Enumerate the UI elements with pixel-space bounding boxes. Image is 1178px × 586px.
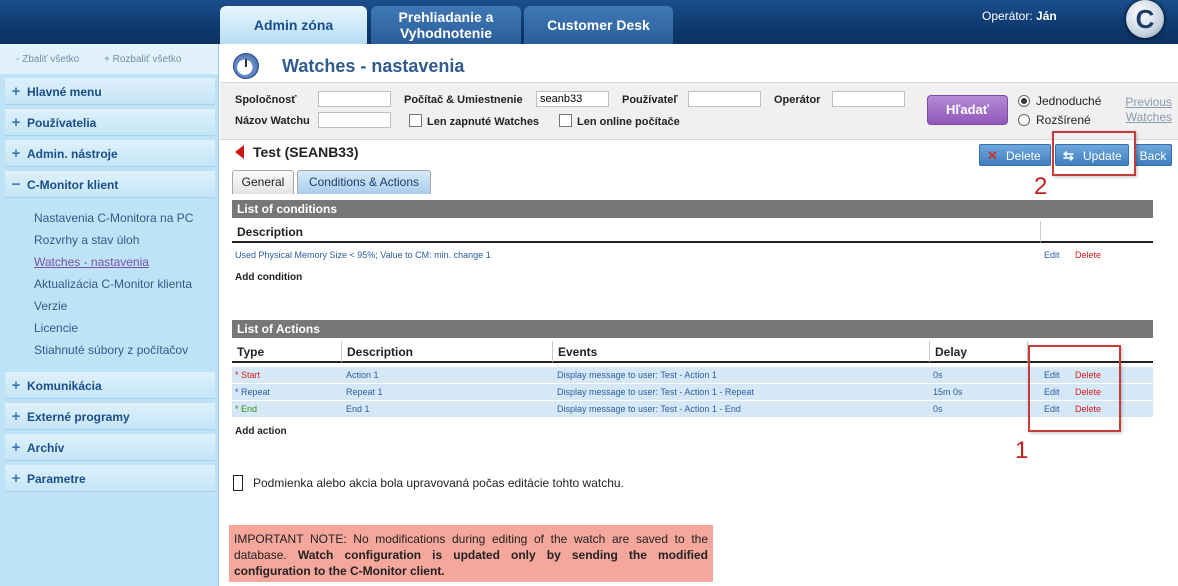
annotation-label-1: 1 xyxy=(1015,437,1029,464)
subitem-verzie[interactable]: Verzie xyxy=(34,299,67,313)
subitem-aktualizacia[interactable]: Aktualizácia C-Monitor klienta xyxy=(34,277,192,291)
tab-admin-zone[interactable]: Admin zóna xyxy=(220,6,367,44)
action-events: Display message to user: Test - Action 1 xyxy=(557,370,717,380)
sidebar-item-admin-nastroje[interactable]: + Admin. nástroje xyxy=(5,140,215,167)
action-delay: 0s xyxy=(933,404,943,414)
back-button[interactable]: Back xyxy=(1134,144,1172,166)
expand-icon: + xyxy=(11,439,21,456)
stopwatch-icon xyxy=(233,53,259,79)
sidebar-item-parametre[interactable]: + Parametre xyxy=(5,465,215,492)
user-label: Používateľ xyxy=(622,94,678,106)
search-panel: Spoločnosť Počítač & Umiestnenie Používa… xyxy=(220,82,1178,140)
subitem-rozvrhy[interactable]: Rozvrhy a stav úloh xyxy=(34,233,139,247)
expand-icon: + xyxy=(11,145,21,162)
condition-edit-link[interactable]: Edit xyxy=(1044,247,1060,263)
subitem-stiahnute-subory[interactable]: Stiahnuté súbory z počítačov xyxy=(34,343,188,357)
sidebar-item-archiv[interactable]: + Archív xyxy=(5,434,215,461)
important-note: IMPORTANT NOTE: No modifications during … xyxy=(229,525,713,582)
mode-simple-label: Jednoduché xyxy=(1036,94,1102,108)
expand-icon: + xyxy=(11,377,21,394)
actions-header-delay: Delay xyxy=(930,341,1028,363)
company-label: Spoločnosť xyxy=(235,94,297,106)
tab-conditions-actions[interactable]: Conditions & Actions xyxy=(297,170,431,194)
sidebar-toolbar: - Zbaliť všetko + Rozbaliť všetko xyxy=(0,44,218,74)
action-delay: 0s xyxy=(933,370,943,380)
operator-info: Operátor: Ján xyxy=(982,9,1057,23)
delete-button[interactable]: ✕ Delete xyxy=(979,144,1051,166)
actions-header-type: Type xyxy=(232,341,342,363)
action-description: Repeat 1 xyxy=(346,387,383,397)
back-arrow-icon[interactable] xyxy=(235,145,244,159)
condition-description: Used Physical Memory Size < 95%; Value t… xyxy=(235,250,491,260)
subitem-licencie[interactable]: Licencie xyxy=(34,321,78,335)
mode-extended-radio[interactable] xyxy=(1018,114,1030,126)
watch-name-label: Názov Watchu xyxy=(235,115,310,127)
operator-label: Operátor: xyxy=(982,9,1033,23)
mode-simple-radio[interactable] xyxy=(1018,95,1030,107)
expand-all-link[interactable]: + Rozbaliť všetko xyxy=(104,54,181,65)
logo: C xyxy=(1126,0,1164,38)
only-enabled-label: Len zapnuté Watches xyxy=(427,116,540,128)
action-type: * End xyxy=(235,404,258,414)
sidebar-item-komunikacia[interactable]: + Komunikácia xyxy=(5,372,215,399)
collapse-icon: − xyxy=(11,176,21,193)
subitem-nastavenia-c-monitora[interactable]: Nastavenia C-Monitora na PC xyxy=(34,211,193,225)
action-events: Display message to user: Test - Action 1… xyxy=(557,404,741,414)
sidebar: - Zbaliť všetko + Rozbaliť všetko + Hlavn… xyxy=(0,44,219,586)
sidebar-item-hlavne-menu[interactable]: + Hlavné menu xyxy=(5,78,215,105)
company-input[interactable] xyxy=(318,91,391,107)
sidebar-item-c-monitor-klient[interactable]: − C-Monitor klient xyxy=(5,171,215,198)
tab-prehliadanie[interactable]: Prehliadanie a Vyhodnotenie xyxy=(371,6,521,44)
action-type: * Repeat xyxy=(235,387,271,397)
legend-text: Podmienka alebo akcia bola upravovaná po… xyxy=(253,476,624,490)
expand-icon: + xyxy=(11,470,21,487)
only-online-checkbox[interactable] xyxy=(559,114,572,127)
action-description: Action 1 xyxy=(346,370,379,380)
operator-filter-label: Operátor xyxy=(774,94,821,106)
computer-input[interactable] xyxy=(536,91,609,107)
condition-delete-link[interactable]: Delete xyxy=(1075,247,1101,263)
close-icon: ✕ xyxy=(987,148,998,163)
tab-customer-desk[interactable]: Customer Desk xyxy=(524,6,673,44)
operator-input[interactable] xyxy=(832,91,905,107)
annotation-box-update xyxy=(1052,131,1136,176)
add-condition-link[interactable]: Add condition xyxy=(235,272,302,283)
page-title: Watches - nastavenia xyxy=(282,56,465,76)
previous-watches-link[interactable]: Previous Watches xyxy=(1122,95,1172,125)
legend-marker xyxy=(233,475,243,491)
user-input[interactable] xyxy=(688,91,761,107)
computer-label: Počítač & Umiestnenie xyxy=(404,94,523,106)
conditions-header-actions xyxy=(1041,221,1153,243)
note-bold: Watch configuration is updated only by s… xyxy=(234,548,708,578)
watch-name-input[interactable] xyxy=(318,112,391,128)
tab-general[interactable]: General xyxy=(232,170,294,194)
action-events: Display message to user: Test - Action 1… xyxy=(557,387,754,397)
expand-icon: + xyxy=(11,83,21,100)
mode-extended-label: Rozšírené xyxy=(1036,113,1091,127)
collapse-all-link[interactable]: - Zbaliť všetko xyxy=(16,54,79,65)
top-bar: Admin zóna Prehliadanie a Vyhodnotenie C… xyxy=(0,0,1178,44)
search-button[interactable]: Hľadať xyxy=(927,95,1008,125)
watch-title: Test (SEANB33) xyxy=(253,144,359,160)
action-delay: 15m 0s xyxy=(933,387,963,397)
only-online-label: Len online počítače xyxy=(577,116,680,128)
sidebar-item-pouzivatelia[interactable]: + Používatelia xyxy=(5,109,215,136)
annotation-box-edit-delete xyxy=(1028,345,1121,432)
action-type: * Start xyxy=(235,370,261,380)
conditions-section-title: List of conditions xyxy=(232,200,1153,218)
annotation-label-2: 2 xyxy=(1034,173,1048,200)
actions-header-events: Events xyxy=(553,341,930,363)
conditions-header-description: Description xyxy=(232,221,1041,243)
subitem-watches-nastavenia[interactable]: Watches - nastavenia xyxy=(34,255,149,269)
operator-name: Ján xyxy=(1036,9,1057,23)
actions-section-title: List of Actions xyxy=(232,320,1153,338)
expand-icon: + xyxy=(11,408,21,425)
page-header: Watches - nastavenia xyxy=(220,50,1178,82)
add-action-link[interactable]: Add action xyxy=(235,426,287,437)
sidebar-item-externe-programy[interactable]: + Externé programy xyxy=(5,403,215,430)
actions-header-description: Description xyxy=(342,341,553,363)
action-description: End 1 xyxy=(346,404,370,414)
expand-icon: + xyxy=(11,114,21,131)
only-enabled-checkbox[interactable] xyxy=(409,114,422,127)
